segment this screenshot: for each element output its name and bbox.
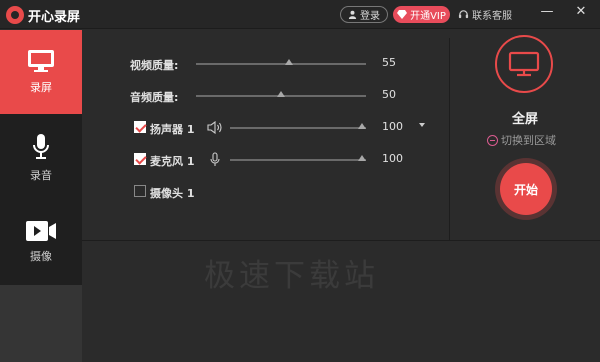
fullscreen-label: 全屏 (511, 112, 538, 127)
diamond-icon (397, 10, 408, 19)
camera-icon (26, 221, 56, 241)
sidebar-item-record-screen[interactable]: 录屏 (0, 30, 82, 114)
microphone-checkbox[interactable] (134, 153, 146, 165)
main-panel: 视频质量: 55 音频质量: 50 扬声器 1 100 麦克风 1 100 摄像… (82, 30, 600, 362)
vip-button[interactable]: 开通VIP (393, 6, 450, 23)
sidebar-item-label: 录屏 (30, 81, 52, 94)
video-quality-slider[interactable] (196, 63, 366, 65)
title-bar: 开心录屏 登录 开通VIP 联系客服 — ✕ (0, 0, 600, 29)
service-label: 联系客服 (472, 11, 512, 22)
vip-label: 开通VIP (410, 11, 446, 22)
switch-icon (487, 134, 498, 146)
headset-icon (458, 10, 469, 19)
close-button[interactable]: ✕ (572, 4, 590, 19)
audio-quality-slider-thumb[interactable] (277, 91, 285, 97)
speaker-dropdown-icon[interactable] (419, 123, 425, 127)
settings-panel: 视频质量: 55 音频质量: 50 扬声器 1 100 麦克风 1 100 摄像… (82, 30, 449, 240)
audio-quality-row: 音频质量: 50 (82, 86, 449, 106)
fullscreen-button[interactable] (495, 35, 553, 93)
webcam-row: 摄像头 1 (82, 182, 449, 202)
start-button[interactable]: 开始 (500, 163, 552, 215)
microphone-volume-slider-thumb[interactable] (358, 155, 366, 161)
user-icon (348, 10, 357, 19)
microphone-volume-value: 100 (382, 152, 403, 165)
customer-service-link[interactable]: 联系客服 (458, 7, 512, 22)
video-quality-slider-thumb[interactable] (285, 59, 293, 65)
video-quality-value: 55 (382, 56, 396, 69)
sidebar-item-camera[interactable]: 摄像 (0, 200, 82, 284)
video-quality-row: 视频质量: 55 (82, 54, 449, 74)
audio-quality-label: 音频质量: (130, 91, 179, 104)
microphone-label: 麦克风 1 (150, 155, 195, 168)
login-button[interactable]: 登录 (340, 6, 388, 23)
audio-quality-value: 50 (382, 88, 396, 101)
microphone-volume-slider[interactable] (230, 159, 366, 161)
horizontal-divider (82, 240, 600, 241)
sidebar-item-label: 摄像 (30, 250, 52, 263)
speaker-label: 扬声器 1 (150, 123, 195, 136)
sidebar: 录屏 录音 摄像 (0, 30, 367, 362)
capture-panel: 全屏 切换到区域 开始 (450, 30, 600, 240)
monitor-outline-icon (508, 51, 540, 77)
webcam-label: 摄像头 1 (150, 187, 195, 200)
login-label: 登录 (360, 11, 380, 22)
speaker-volume-value: 100 (382, 120, 403, 133)
speaker-volume-slider-thumb[interactable] (358, 123, 366, 129)
minimize-button[interactable]: — (538, 4, 556, 19)
microphone-small-icon (210, 152, 220, 166)
app-title: 开心录屏 (28, 10, 81, 25)
speaker-volume-slider[interactable] (230, 127, 366, 129)
switch-label: 切换到区域 (501, 134, 556, 147)
video-quality-label: 视频质量: (130, 59, 179, 72)
monitor-icon (28, 50, 54, 72)
sidebar-item-record-audio[interactable]: 录音 (0, 116, 82, 200)
speaker-row: 扬声器 1 100 (82, 118, 449, 138)
microphone-icon (33, 134, 49, 159)
start-button-ring: 开始 (495, 158, 557, 220)
microphone-row: 麦克风 1 100 (82, 150, 449, 170)
speaker-volume-icon (207, 121, 222, 134)
webcam-checkbox[interactable] (134, 185, 146, 197)
app-logo-icon (6, 6, 24, 24)
speaker-checkbox[interactable] (134, 121, 146, 133)
watermark-text: 极速下载站 (204, 258, 379, 294)
app-window: 开心录屏 登录 开通VIP 联系客服 — ✕ 录屏 录音 摄像 视频质量: 55… (0, 0, 600, 362)
sidebar-item-label: 录音 (30, 169, 52, 182)
switch-to-region-link[interactable]: 切换到区域 (487, 132, 556, 148)
